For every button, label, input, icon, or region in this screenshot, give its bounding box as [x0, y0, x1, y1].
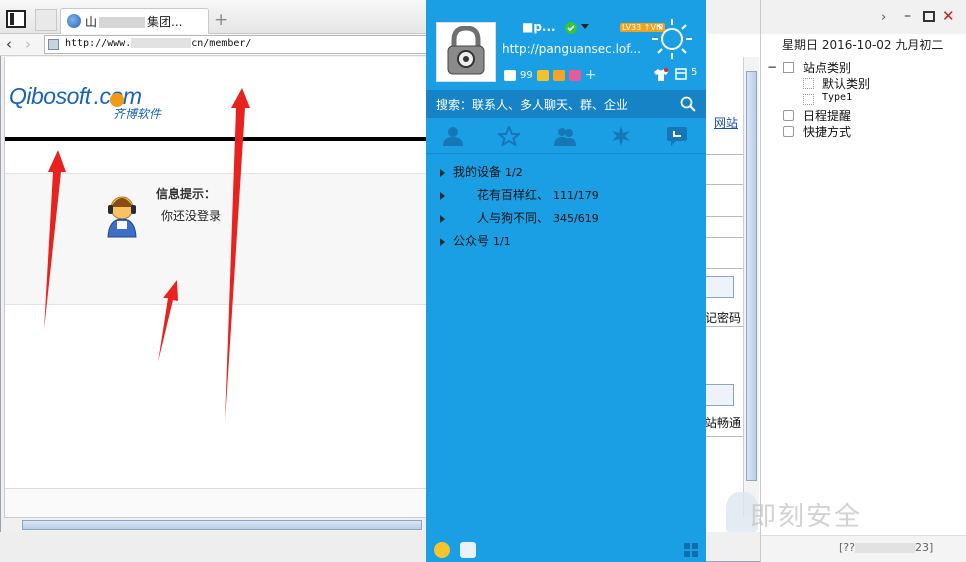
- submit-button[interactable]: [705, 384, 734, 406]
- close-icon[interactable]: ✕: [942, 7, 955, 25]
- tree-item-type1[interactable]: Type1: [822, 92, 852, 103]
- red-arrow-icon: [225, 88, 250, 422]
- sidebar-panel: › – ✕ 星期日 2016-10-02 九月初二 − 站点类别 默认类别 Ty…: [760, 0, 966, 562]
- site-link[interactable]: 网站: [714, 114, 738, 131]
- qq-menu-icon[interactable]: [434, 542, 450, 558]
- box-count: 5: [691, 67, 698, 78]
- padlock-icon: [447, 26, 485, 75]
- app-grid-icon[interactable]: [684, 543, 698, 557]
- qq-main-panel: ■p... LV33 ↑VIP http://panguansec.lof...…: [426, 0, 706, 562]
- tools-icon[interactable]: [552, 69, 565, 81]
- watermark-text: 即刻安全: [750, 502, 863, 532]
- toolbar-region: [705, 0, 760, 34]
- date-label: 星期日 2016-10-02 九月初二: [782, 38, 944, 52]
- minimize-icon[interactable]: –: [904, 8, 911, 24]
- qq-footer: [426, 538, 706, 562]
- sidebar-footer: [?? 23]: [761, 535, 966, 562]
- tree-item-shortcuts[interactable]: 快捷方式: [803, 123, 851, 140]
- signature-text[interactable]: http://panguansec.lof...: [502, 42, 641, 56]
- shortcut-icon: [783, 126, 794, 137]
- box-icon[interactable]: [675, 68, 687, 80]
- add-icon[interactable]: +: [585, 67, 597, 83]
- chevron-right-icon[interactable]: ›: [881, 10, 886, 25]
- app-icon[interactable]: [568, 69, 581, 81]
- qq-tabs: [426, 118, 706, 154]
- expand-arrow-icon: [440, 214, 445, 223]
- page-icon: [803, 78, 814, 89]
- skin-shirt-icon[interactable]: [654, 68, 668, 81]
- tab-favorites-icon[interactable]: [498, 126, 520, 146]
- vertical-scrollbar[interactable]: [743, 57, 759, 517]
- search-input[interactable]: 搜索：联系人、多人聊天、群、企业: [436, 96, 628, 113]
- qq-header: ■p... LV33 ↑VIP http://panguansec.lof...…: [426, 0, 706, 90]
- weather-sun-icon[interactable]: [651, 18, 693, 60]
- maximize-icon[interactable]: [923, 11, 935, 22]
- app-manager-icon[interactable]: [460, 542, 476, 558]
- expand-arrow-icon: [440, 191, 445, 200]
- login-button[interactable]: [705, 276, 734, 298]
- expand-arrow-icon: [440, 168, 445, 177]
- group-official-accounts[interactable]: 公众号 1/1: [440, 232, 511, 249]
- folder-icon: [783, 62, 794, 73]
- online-status-icon[interactable]: [565, 22, 577, 34]
- sidebar-titlebar: › – ✕: [761, 0, 966, 34]
- qq-search-bar[interactable]: 搜索：联系人、多人聊天、群、企业: [426, 90, 706, 118]
- redacted-block: [854, 543, 915, 553]
- form-line: [705, 216, 743, 217]
- expand-arrow-icon: [440, 237, 445, 246]
- form-line: [705, 237, 743, 238]
- site-note: 站畅通: [705, 416, 742, 430]
- contact-groups: 我的设备 1/2 花有百样红、 111/179 人与狗不同、 345/619 公众号 1…: [426, 154, 706, 534]
- group-flowers[interactable]: 花有百样红、 111/179: [440, 186, 599, 203]
- annotation-arrows: [44, 88, 250, 422]
- group-people-dogs[interactable]: 人与狗不同、 345/619: [440, 209, 599, 226]
- tree-toggle[interactable]: −: [767, 60, 777, 74]
- form-line: [705, 436, 743, 437]
- status-dropdown-icon[interactable]: [581, 24, 589, 29]
- tab-messages-icon[interactable]: [666, 126, 688, 146]
- footer-text: [?? 23]: [839, 541, 934, 554]
- tab-discover-icon[interactable]: [610, 126, 632, 146]
- tree-item-schedule[interactable]: 日程提醒: [803, 107, 851, 124]
- form-line: [705, 154, 743, 155]
- qq-app-icons: 99 +: [504, 67, 596, 83]
- form-line: [705, 268, 743, 269]
- red-arrow-icon: [158, 280, 178, 362]
- form-line: [705, 326, 743, 327]
- search-icon[interactable]: [680, 96, 696, 112]
- wallet-icon[interactable]: [536, 69, 549, 81]
- red-arrow-icon: [44, 150, 66, 330]
- nickname[interactable]: ■p...: [522, 20, 556, 34]
- remember-password-label: 记密码: [705, 311, 742, 325]
- tree-item-site-category[interactable]: 站点类别: [803, 59, 851, 76]
- mail-count: 99: [520, 69, 533, 81]
- tree-item-default[interactable]: 默认类别: [822, 75, 870, 92]
- tab-contacts-icon[interactable]: [442, 126, 464, 146]
- calendar-icon: [783, 110, 794, 121]
- mail-icon[interactable]: [504, 69, 516, 81]
- page-icon: [803, 94, 814, 105]
- tab-groups-icon[interactable]: [554, 126, 576, 146]
- scrollbar-thumb[interactable]: [746, 71, 757, 481]
- form-line: [705, 184, 743, 185]
- group-my-devices[interactable]: 我的设备 1/2: [440, 163, 523, 180]
